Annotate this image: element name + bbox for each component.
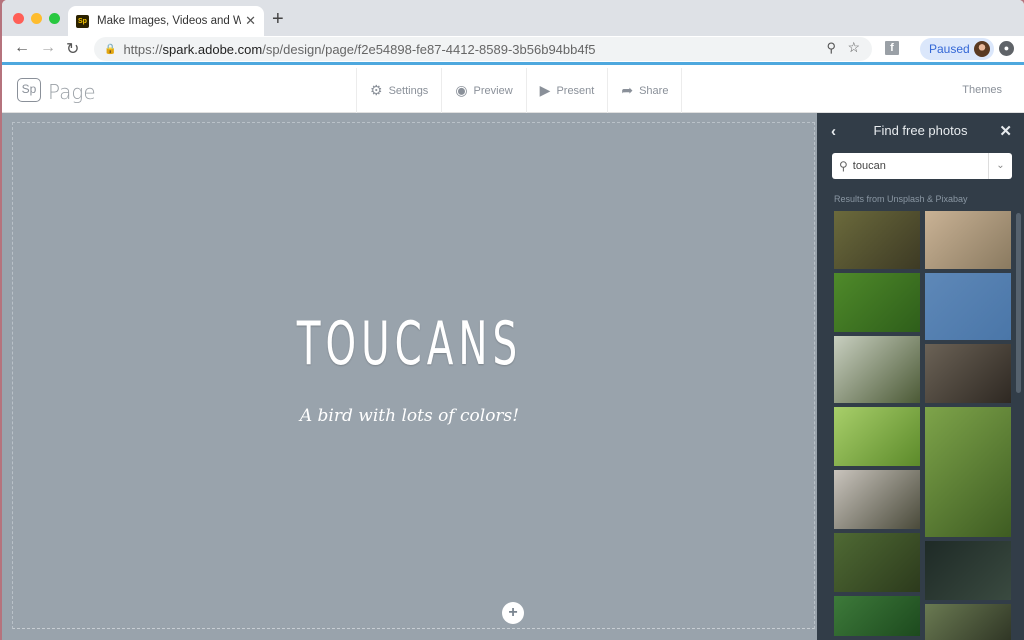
profile-button[interactable]: Paused <box>920 38 994 60</box>
share-arrow-icon: ➦ <box>621 82 634 98</box>
photo-thumbnail[interactable] <box>925 344 1011 403</box>
browser-window: Sp Make Images, Videos and Web ✕ + ← → ↻… <box>2 0 1024 640</box>
search-input[interactable] <box>852 160 983 172</box>
present-label: Present <box>556 84 595 97</box>
photo-thumbnail[interactable] <box>834 407 920 466</box>
close-window-button[interactable] <box>13 13 24 24</box>
photo-thumbnail[interactable] <box>925 541 1011 600</box>
panel-title: Find free photos <box>873 123 968 138</box>
reload-icon[interactable]: ↻ <box>66 39 79 59</box>
add-block-button[interactable]: + <box>502 602 524 624</box>
photo-thumbnail[interactable] <box>834 596 920 636</box>
maximize-window-button[interactable] <box>49 13 60 24</box>
share-button[interactable]: ➦ Share <box>608 68 683 113</box>
photo-search: ⚲ ⌄ <box>832 153 1012 179</box>
photo-grid <box>834 211 1012 640</box>
spark-logo[interactable]: Sp <box>17 78 41 102</box>
page-canvas[interactable]: TOUCANS A bird with lots of colors! + <box>2 113 817 640</box>
app-header: Sp Page ⚙ Settings ◉ Preview ▶ Present ➦ Sha… <box>2 68 1024 113</box>
spark-favicon-icon: Sp <box>76 14 89 28</box>
page-subtitle[interactable]: A bird with lots of colors! <box>2 406 817 426</box>
photo-thumbnail[interactable] <box>925 211 1011 269</box>
profile-status: Paused <box>929 42 970 56</box>
preview-button[interactable]: ◉ Preview <box>442 68 527 113</box>
address-bar-row: ← → ↻ 🔒 https://spark.adobe.com/sp/desig… <box>2 36 1024 65</box>
eye-icon: ◉ <box>455 82 468 98</box>
bookmark-star-icon[interactable]: ☆ <box>847 39 860 56</box>
present-button[interactable]: ▶ Present <box>527 68 609 113</box>
photo-thumbnail[interactable] <box>834 273 920 332</box>
photo-column-left <box>834 211 920 640</box>
extension-icon[interactable]: ● <box>999 41 1014 56</box>
photo-thumbnail[interactable] <box>834 533 920 592</box>
lock-icon: 🔒 <box>104 43 117 55</box>
url-field[interactable]: 🔒 https://spark.adobe.com/sp/design/page… <box>94 37 872 61</box>
source-note: Results from Unsplash & Pixabay <box>834 194 968 204</box>
browser-tab[interactable]: Sp Make Images, Videos and Web ✕ <box>68 6 264 36</box>
photo-panel: ‹ Find free photos ✕ ⚲ ⌄ Results from Un… <box>817 113 1024 640</box>
photo-thumbnail[interactable] <box>834 470 920 529</box>
new-tab-button[interactable]: + <box>272 8 284 31</box>
facebook-extension-icon[interactable]: f <box>885 41 899 55</box>
photo-thumbnail[interactable] <box>834 336 920 403</box>
app-name: Page <box>48 80 96 104</box>
share-label: Share <box>639 84 669 97</box>
tab-bar: Sp Make Images, Videos and Web ✕ + <box>2 0 1024 36</box>
panel-header: ‹ Find free photos ✕ <box>817 123 1024 143</box>
settings-button[interactable]: ⚙ Settings <box>357 68 443 113</box>
gear-icon: ⚙ <box>370 82 383 98</box>
photo-column-right <box>925 211 1011 640</box>
close-tab-icon[interactable]: ✕ <box>245 13 256 29</box>
zoom-icon[interactable]: ⚲ <box>826 40 836 56</box>
play-icon: ▶ <box>539 82 551 98</box>
chevron-down-icon[interactable]: ⌄ <box>988 153 1012 179</box>
forward-icon[interactable]: → <box>40 39 56 57</box>
avatar <box>974 41 990 57</box>
page-title[interactable]: TOUCANS <box>116 309 703 379</box>
close-icon[interactable]: ✕ <box>999 122 1012 140</box>
url-text: https://spark.adobe.com/sp/design/page/f… <box>123 41 596 57</box>
photo-thumbnail[interactable] <box>834 211 920 269</box>
themes-button[interactable]: Themes <box>962 84 1002 96</box>
toolbar: ⚙ Settings ◉ Preview ▶ Present ➦ Share <box>356 68 683 113</box>
preview-label: Preview <box>473 84 513 97</box>
photo-thumbnail[interactable] <box>925 604 1011 640</box>
panel-scrollbar[interactable] <box>1016 213 1021 393</box>
minimize-window-button[interactable] <box>31 13 42 24</box>
back-icon[interactable]: ← <box>14 39 30 57</box>
tab-title: Make Images, Videos and Web <box>97 15 242 27</box>
window-controls <box>13 13 60 24</box>
settings-label: Settings <box>388 84 429 97</box>
photo-thumbnail[interactable] <box>925 273 1011 340</box>
search-icon: ⚲ <box>839 159 848 173</box>
photo-thumbnail[interactable] <box>925 407 1011 537</box>
